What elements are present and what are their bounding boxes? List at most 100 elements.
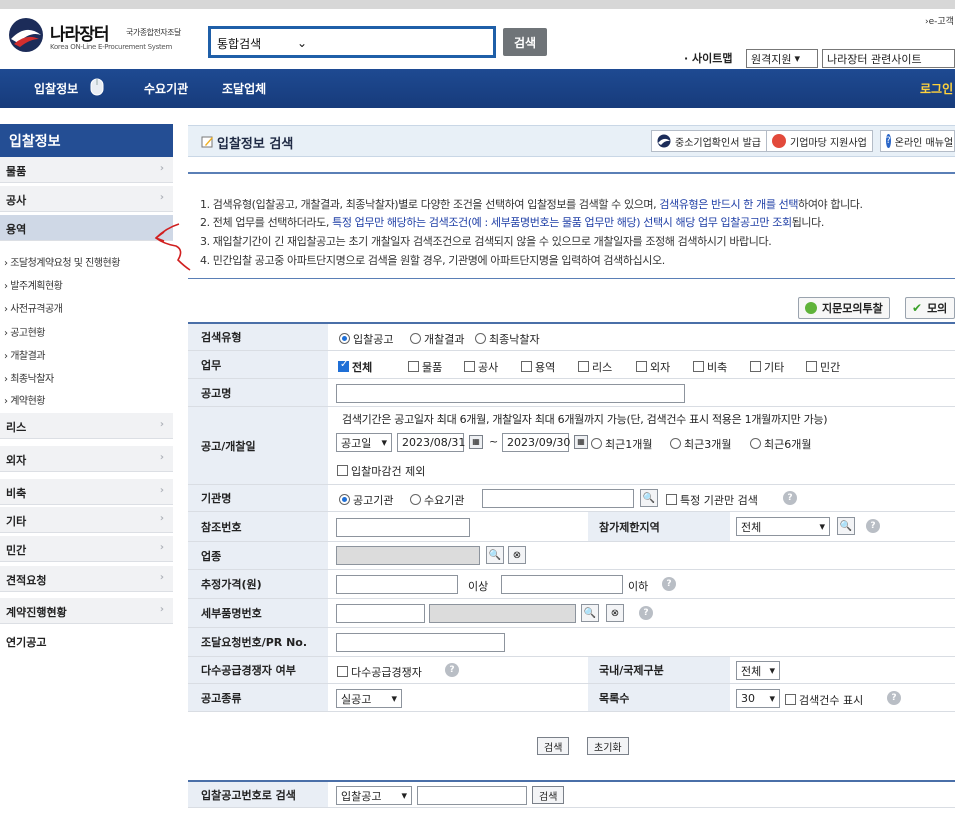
sidebar-item-construction[interactable]: 공사 › [0,186,173,212]
nara-logo-icon[interactable] [8,17,44,53]
help-icon[interactable]: ? [887,691,901,705]
search-icon[interactable]: 🔍 [640,489,658,507]
help-icon[interactable]: ? [783,491,797,505]
login-link[interactable]: 로그인 [920,80,953,97]
notice-highlight: 특정 업무만 해당하는 검색조건(예 : 세부품명번호는 물품 업무만 해당) … [332,216,792,229]
sidebar-item-label: 리스 [6,421,27,434]
radio-recent-6m[interactable]: 최근6개월 [750,436,811,452]
sme-certificate-button[interactable]: 중소기업확인서 발급 [651,130,767,152]
radio-icon [750,438,761,449]
bizinfo-support-button[interactable]: 기업마당 지원사업 [766,130,873,152]
ref-no-input[interactable] [336,518,470,537]
checkbox-label: 기타 [764,361,785,374]
label-list-count: 목록수 [588,684,730,711]
checkbox-task-all[interactable]: 전체 [338,359,372,375]
radio-bid-notice[interactable]: 입찰공고 [339,331,393,347]
list-count-select[interactable]: 30 ▾ [736,689,780,708]
industry-input[interactable] [336,546,480,565]
sidebar-sub-final-bidder[interactable]: › 최종낙찰자 [0,366,173,389]
sidebar-item-private[interactable]: 민간 › [0,536,173,562]
radio-opening-result[interactable]: 개찰결과 [410,331,464,347]
nav-demand-agency[interactable]: 수요기관 [144,80,188,97]
pr-no-input[interactable] [336,633,505,652]
sidebar-item-etc[interactable]: 기타 › [0,507,173,533]
help-icon[interactable]: ? [662,577,676,591]
radio-recent-3m[interactable]: 최근3개월 [670,436,731,452]
sitemap-link[interactable]: · 사이트맵 [684,50,733,66]
nav-bid-info[interactable]: 입찰정보 [34,80,78,97]
calendar-icon[interactable]: ▦ [469,435,483,449]
checkbox-task-service[interactable]: 용역 [521,359,555,375]
notice-name-input[interactable] [336,384,685,403]
radio-recent-1m[interactable]: 최근1개월 [591,436,652,452]
checkbox-task-stockpile[interactable]: 비축 [693,359,727,375]
checkbox-task-etc[interactable]: 기타 [750,359,784,375]
sidebar-item-postponed[interactable]: 연기공고 [0,628,173,654]
sidebar-item-foreign[interactable]: 외자 › [0,446,173,472]
checkbox-task-construction[interactable]: 공사 [464,359,498,375]
checkbox-multi-supply[interactable]: 다수공급경쟁자 [337,664,422,680]
remote-support-select[interactable]: 원격지원 ▾ [746,49,818,68]
related-sites-select[interactable]: 나라장터 관련사이트 [822,49,955,68]
notice-kind-select[interactable]: 실공고 ▾ [336,689,402,708]
item-no-input[interactable] [336,604,425,623]
item-name-input[interactable] [429,604,576,623]
sidebar-item-contract-progress[interactable]: 계약진행현황 › [0,598,173,624]
notice-no-input[interactable] [417,786,527,805]
clear-icon[interactable]: ⊗ [606,604,624,622]
mock-bid-button[interactable]: ✔ 모의 [905,297,955,319]
sidebar-sub-opening-result[interactable]: › 개찰결과 [0,343,173,366]
sidebar-sub-pre-spec[interactable]: › 사전규격공개 [0,296,173,319]
checkbox-task-private[interactable]: 민간 [806,359,840,375]
search-icon[interactable]: 🔍 [486,546,504,564]
region-select[interactable]: 전체 ▾ [736,517,830,536]
price-min-input[interactable] [336,575,458,594]
online-manual-button[interactable]: ? 온라인 매뉴얼 [880,130,955,152]
global-search-box[interactable]: 통합검색 ⌄ [208,26,496,58]
sidebar-sub-contract-status[interactable]: › 계약현황 [0,388,173,411]
notice-top-border [188,172,955,174]
global-search-button[interactable]: 검색 [503,28,547,56]
radio-final-bidder[interactable]: 최종낙찰자 [475,331,540,347]
reset-button[interactable]: 초기화 [587,737,629,755]
sidebar-item-lease[interactable]: 리스 › [0,413,173,439]
sidebar-sub-notice-status[interactable]: › 공고현황 [0,320,173,343]
notice-2: 2. 전체 업무를 선택하더라도, 특정 업무만 해당하는 검색조건(예 : 세… [200,214,824,230]
search-scope-select[interactable]: 통합검색 ⌄ [217,34,307,52]
help-icon[interactable]: ? [445,663,459,677]
mock-bid-label: 모의 [927,302,948,315]
radio-notice-org[interactable]: 공고기관 [339,492,393,508]
date-to-input[interactable]: 2023/09/30 [502,433,570,452]
nav-supplier[interactable]: 조달업체 [222,80,266,97]
checkbox-task-goods[interactable]: 물품 [408,359,442,375]
checkbox-show-count[interactable]: 검색건수 표시 [785,692,863,708]
sidebar-item-stockpile[interactable]: 비축 › [0,479,173,505]
fingerprint-mock-bid-button[interactable]: 지문모의투찰 [798,297,890,319]
search-icon[interactable]: 🔍 [581,604,599,622]
org-name-input[interactable] [482,489,634,508]
notice-highlight: 검색유형은 반드시 한 개를 선택 [659,198,799,211]
sidebar-item-goods[interactable]: 물품 › [0,157,173,183]
date-from-input[interactable]: 2023/08/31 [397,433,465,452]
search-button[interactable]: 검색 [537,737,570,755]
checkbox-task-lease[interactable]: 리스 [578,359,612,375]
checkbox-task-foreign[interactable]: 외자 [636,359,670,375]
chevron-down-icon: ▾ [769,692,775,705]
notice-no-search-button[interactable]: 검색 [532,786,565,804]
radio-selected-icon [339,494,350,505]
date-type-select[interactable]: 공고일 ▾ [336,433,392,452]
e-customer-link[interactable]: ›e-고객 [925,14,954,27]
help-icon[interactable]: ? [639,606,653,620]
price-max-input[interactable] [501,575,623,594]
clear-icon[interactable]: ⊗ [508,546,526,564]
checkbox-specific-org[interactable]: 특정 기관만 검색 [666,492,758,508]
search-icon[interactable]: 🔍 [837,517,855,535]
calendar-icon[interactable]: ▦ [574,435,588,449]
radio-demand-org[interactable]: 수요기관 [410,492,464,508]
checkbox-exclude-closed[interactable]: 입찰마감건 제외 [337,463,425,479]
sidebar-sub-order-plan[interactable]: › 발주계획현황 [0,273,173,296]
notice-no-type-select[interactable]: 입찰공고 ▾ [336,786,412,805]
intl-select[interactable]: 전체 ▾ [736,661,780,680]
sidebar-item-quote-request[interactable]: 견적요청 › [0,566,173,592]
help-icon[interactable]: ? [866,519,880,533]
